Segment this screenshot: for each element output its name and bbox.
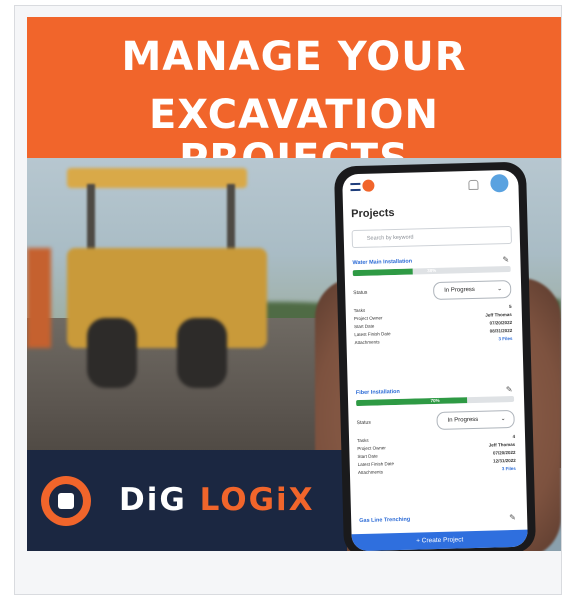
progress-label: 38% [427,267,437,274]
status-value: In Progress [447,416,479,424]
chevron-down-icon: ⌄ [497,286,503,293]
status-label: Status [353,289,368,297]
photo-scene: DiG LOGiX Projects Search by keyword Wat… [27,158,561,551]
detail-value: 4 [512,433,516,439]
detail-value: Jeff Thomas [488,441,516,448]
bell-icon[interactable] [468,179,479,191]
brand-bar: DiG LOGiX [27,450,347,551]
detail-label: Start Date [357,453,378,460]
ad-image[interactable]: MANAGE YOUR EXCAVATION PROJECTS DiG LOGi… [27,17,561,551]
detail-value: 12/31/2022 [493,457,516,464]
roller-post [227,184,235,254]
machine-left-edge [27,248,51,348]
roller-wheel [87,318,137,388]
attachments-link[interactable]: 3 Files [502,466,516,471]
app-header [342,170,519,203]
phone-screen: Projects Search by keyword Water Main In… [342,169,528,551]
project-name[interactable]: Gas Line Trenching [359,517,410,524]
phone-mockup: Projects Search by keyword Water Main In… [333,161,537,551]
project-card[interactable]: Fiber Installation ✎ 70% Status In Progr… [348,385,524,475]
detail-label: Attachments [354,339,380,346]
project-name[interactable]: Fiber Installation [356,389,400,396]
detail-label: Project Owner [357,445,386,452]
edit-icon[interactable]: ✎ [506,385,513,394]
progress-bar: 70% [356,395,515,407]
detail-value: 07/20/2022 [489,319,513,326]
detail-label: Project Owner [353,315,383,322]
detail-value: 08/31/2022 [489,327,513,334]
avatar[interactable] [490,174,509,193]
dig-logix-logo-icon [41,476,91,526]
detail-label: Latest Finish Date [354,331,391,338]
detail-label: Tasks [357,437,369,444]
status-label: Status [356,419,371,427]
detail-label: Attachments [357,469,384,476]
brand-wordmark: DiG LOGiX [119,482,315,518]
create-project-button[interactable]: + Create Project [351,529,528,551]
roller-wheel [177,318,227,388]
project-name[interactable]: Water Main Installation [352,259,412,267]
roller-post [87,184,95,254]
app-logo-icon [362,179,375,192]
project-card[interactable]: Gas Line Trenching ✎ [351,513,527,524]
chevron-down-icon: ⌄ [500,416,506,423]
status-value: In Progress [444,286,475,294]
status-dropdown[interactable]: In Progress ⌄ [432,279,512,301]
search-input[interactable]: Search by keyword [351,225,513,249]
headline-line-1: MANAGE YOUR [121,34,467,80]
progress-label: 70% [430,397,440,404]
detail-value: 07/20/2022 [492,449,516,456]
page-title: Projects [351,207,395,221]
attachments-link[interactable]: 3 Files [498,336,512,341]
project-card[interactable]: Water Main Installation ✎ 38% Status In … [344,255,520,345]
detail-value: 5 [509,303,512,310]
detail-label: Tasks [353,307,366,314]
brand-wordmark-part-1: DiG [119,482,200,518]
detail-label: Start Date [354,323,375,330]
edit-icon[interactable]: ✎ [509,513,516,522]
headline-banner: MANAGE YOUR EXCAVATION PROJECTS [27,17,561,181]
progress-bar: 38% [352,265,511,277]
menu-icon[interactable] [350,182,361,192]
detail-value: Jeff Thomas [485,311,512,318]
edit-icon[interactable]: ✎ [502,255,509,264]
brand-wordmark-part-2: LOGiX [199,482,315,518]
detail-label: Latest Finish Date [357,461,395,468]
status-dropdown[interactable]: In Progress ⌄ [436,409,515,430]
